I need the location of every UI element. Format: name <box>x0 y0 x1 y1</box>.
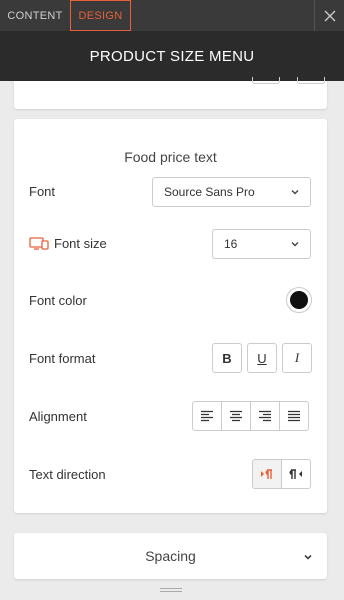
font-color-label: Font color <box>29 293 87 308</box>
align-right-button[interactable] <box>250 401 280 431</box>
rtl-icon <box>289 469 302 479</box>
underline-icon: U <box>257 350 267 366</box>
align-left-icon <box>201 410 213 422</box>
alignment-label: Alignment <box>29 409 87 424</box>
font-color-picker[interactable] <box>286 287 312 313</box>
close-icon <box>324 10 335 21</box>
font-size-label: Font size <box>54 236 107 251</box>
chevron-down-icon <box>291 190 299 195</box>
spacing-label: Spacing <box>145 548 196 564</box>
spacing-section-toggle[interactable]: Spacing <box>14 533 327 579</box>
resize-grip-icon[interactable] <box>160 588 182 594</box>
align-right-icon <box>259 410 271 422</box>
font-label: Font <box>29 184 56 199</box>
font-color-swatch <box>290 291 308 309</box>
devices-icon <box>29 237 49 250</box>
bold-button[interactable]: B <box>212 343 242 373</box>
align-center-button[interactable] <box>221 401 251 431</box>
bold-icon: B <box>222 350 232 366</box>
previous-button-2[interactable] <box>297 77 325 84</box>
section-title: Food price text <box>124 149 217 165</box>
font-select[interactable]: Source Sans Pro <box>152 177 311 207</box>
tab-content[interactable]: CONTENT <box>0 0 70 31</box>
ltr-icon <box>261 469 272 479</box>
panel-header: PRODUCT SIZE MENU <box>0 31 344 81</box>
alignment-group <box>192 401 309 431</box>
italic-button[interactable]: I <box>282 343 312 373</box>
tab-bar: CONTENT DESIGN <box>0 0 344 31</box>
font-select-value: Source Sans Pro <box>164 185 255 199</box>
align-left-button[interactable] <box>192 401 222 431</box>
font-size-select[interactable]: 16 <box>212 229 311 259</box>
text-direction-group <box>252 459 311 489</box>
panel-title: PRODUCT SIZE MENU <box>89 47 255 65</box>
underline-button[interactable]: U <box>247 343 277 373</box>
text-direction-label: Text direction <box>29 467 106 482</box>
align-justify-icon <box>288 410 300 422</box>
italic-icon: I <box>294 350 300 365</box>
previous-button-1[interactable] <box>252 77 280 84</box>
tab-design[interactable]: DESIGN <box>70 0 131 31</box>
rtl-button[interactable] <box>281 459 311 489</box>
close-button[interactable] <box>314 0 344 31</box>
font-size-row-label: Font size <box>29 236 107 251</box>
chevron-down-icon <box>304 554 312 560</box>
ltr-button[interactable] <box>252 459 282 489</box>
font-format-group: B U I <box>212 343 312 373</box>
align-center-icon <box>230 410 242 422</box>
previous-section-card <box>14 77 327 109</box>
food-price-text-card: Food price text Font Source Sans Pro Fon… <box>14 119 327 513</box>
font-format-label: Font format <box>29 351 96 366</box>
font-size-value: 16 <box>224 237 238 251</box>
align-justify-button[interactable] <box>279 401 309 431</box>
chevron-down-icon <box>291 242 299 247</box>
